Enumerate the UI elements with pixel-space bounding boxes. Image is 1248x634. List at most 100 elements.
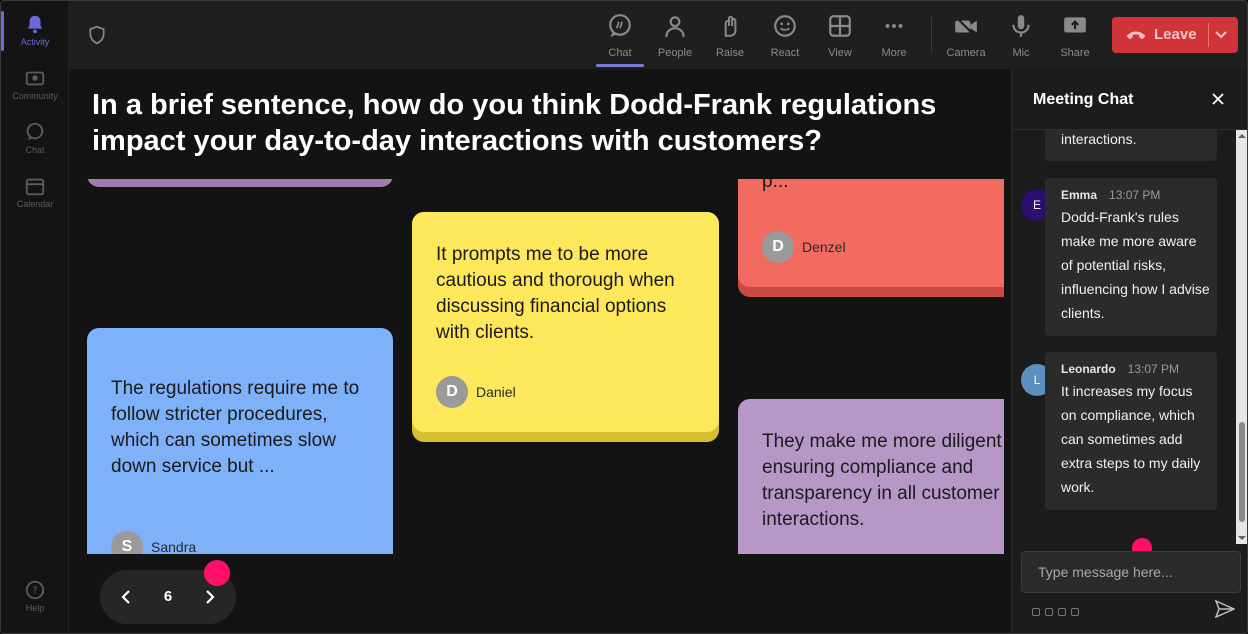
more-button-label: More [881,47,907,59]
attach-icon[interactable] [1045,608,1053,616]
raise-hand-button[interactable]: Raise [702,11,758,63]
bell-icon [27,15,43,34]
response-cards: p... D Denzel It prompts me to be more c… [69,179,1004,554]
chat-messages: interactions. E Emma 13:07 PM Dodd-Frank'… [1012,130,1236,544]
left-rail: Activity Community Chat Calendar ? Help [1,1,69,633]
leave-divider [1208,23,1209,47]
rail-item-help[interactable]: ? Help [1,573,69,623]
rail-item-label: Community [12,91,58,101]
community-icon [25,71,45,86]
rail-item-label: Activity [20,37,50,47]
chat-button-label: Chat [608,47,632,59]
view-button[interactable]: View [812,11,868,63]
message-text: Dodd-Frank's rules make me more aware of… [1061,209,1210,321]
card-text: The regulations require me to follow str… [111,378,360,477]
rail-item-chat[interactable]: Chat [1,115,69,165]
react-button-label: React [770,47,800,59]
scroll-thumb[interactable] [1239,422,1245,522]
response-card-partial[interactable] [87,179,393,187]
camera-button[interactable]: Camera [938,11,994,63]
leave-button[interactable]: Leave [1112,17,1238,53]
more-button[interactable]: More [866,11,922,63]
share-button[interactable]: Share [1047,11,1103,63]
question-title: In a brief sentence, how do you think Do… [92,89,937,157]
chat-message: Leonardo 13:07 PM It increases my focus o… [1045,352,1217,510]
chat-scrollbar[interactable] [1236,130,1247,544]
chat-icon [26,122,44,141]
card-text: It prompts me to be more cautious and th… [436,244,675,343]
card-text: They make me more diligent in ensuring c… [762,431,1004,530]
cursor-marker [204,560,230,586]
chat-message-input[interactable] [1021,551,1241,593]
format-icon[interactable] [1032,608,1040,616]
brainstorm-stage: In a brief sentence, how do you think Do… [69,69,1011,633]
smiley-icon [774,15,796,37]
send-icon[interactable] [1215,600,1235,618]
message-text: It increases my focus on compliance, whi… [1061,383,1201,495]
grid-icon [829,15,851,37]
avatar: S [111,531,143,554]
response-card-daniel[interactable]: It prompts me to be more cautious and th… [412,212,719,432]
scroll-down-icon[interactable] [1238,534,1246,542]
rail-item-calendar[interactable]: Calendar [1,169,69,219]
camera-off-icon [954,15,977,37]
message-meta: Emma 13:07 PM [1061,188,1160,202]
message-time: 13:07 PM [1127,362,1180,376]
calendar-icon [25,178,45,196]
author-name: Sandra [151,539,197,554]
author-name: Daniel [476,384,516,400]
view-button-label: View [828,47,852,59]
meeting-chat-panel: Meeting Chat interactions. E Emma 13:07 P… [1011,69,1247,633]
mic-button[interactable]: Mic [993,11,1049,63]
gif-icon[interactable] [1071,608,1079,616]
leave-label: Leave [1154,26,1197,43]
sender-name: Leonardo [1061,362,1116,376]
camera-button-label: Camera [946,47,986,59]
response-card-denzel[interactable]: p... D Denzel [738,179,1004,287]
rail-item-label: Chat [25,145,45,155]
rail-item-label: Calendar [16,199,54,209]
toolbar-divider [931,17,932,53]
hang-up-icon [1126,31,1146,40]
people-button-label: People [657,47,693,59]
chevron-down-icon[interactable] [1214,28,1228,42]
avatar: D [436,376,468,408]
chevron-left-icon[interactable] [116,587,136,607]
shield-icon[interactable] [87,25,107,45]
response-card-purple[interactable]: They make me more diligent in ensuring c… [738,399,1004,554]
chat-icon [609,14,631,37]
help-icon: ? [25,580,45,600]
share-screen-icon [1064,17,1086,33]
scroll-up-icon[interactable] [1238,132,1246,140]
share-button-label: Share [1060,47,1090,59]
author-name: Denzel [802,239,846,255]
sender-name: Emma [1061,188,1098,202]
mic-button-label: Mic [1012,47,1030,59]
response-card-sandra[interactable]: The regulations require me to follow str… [87,328,393,554]
chat-title: Meeting Chat [1033,91,1134,108]
rail-item-label: Help [25,603,45,613]
avatar: D [762,231,794,263]
rail-item-community[interactable]: Community [1,61,69,111]
rail-item-activity[interactable]: Activity [1,7,69,57]
svg-text:?: ? [32,586,37,597]
person-icon [665,16,685,37]
page-number: 6 [163,588,173,605]
microphone-icon [1012,15,1030,37]
close-icon[interactable] [1210,91,1226,107]
chevron-right-icon[interactable] [200,587,220,607]
avatar-initial: L [1033,373,1041,387]
emoji-icon[interactable] [1058,608,1066,616]
meeting-toolbar: Chat People Raise React View More Camera [69,1,1247,69]
message-meta: Leonardo 13:07 PM [1061,362,1179,376]
people-button[interactable]: People [647,11,703,63]
chat-format-toolbar [1032,603,1084,616]
message-time: 13:07 PM [1109,188,1161,202]
avatar-initial: E [1032,198,1041,212]
chat-button[interactable]: Chat [592,11,648,67]
react-button[interactable]: React [757,11,813,63]
chat-message: Emma 13:07 PM Dodd-Frank's rules make me … [1045,178,1217,336]
chat-message-partial: interactions. [1045,130,1217,161]
app-window: Activity Community Chat Calendar ? Help … [0,0,1248,634]
card-text: p... [762,179,789,192]
